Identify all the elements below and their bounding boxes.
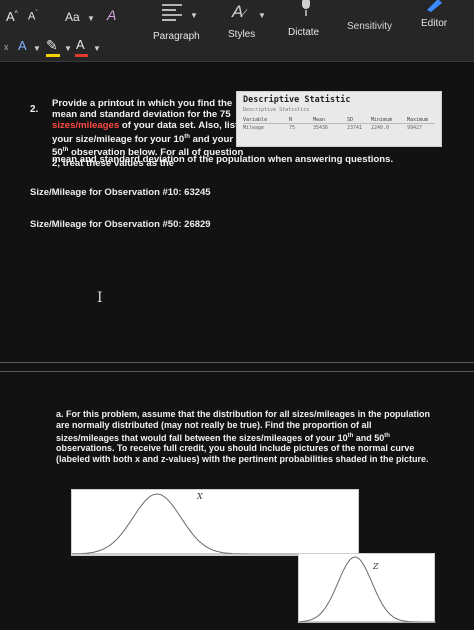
page-break-line (0, 371, 474, 372)
stats-divider (243, 123, 435, 124)
stats-cell: Mileage (243, 125, 265, 131)
stats-cell: 23741 (347, 125, 363, 131)
editor-group-label: Editor (421, 18, 448, 29)
part-a-text-part: observations. To receive full credit, yo… (56, 443, 429, 465)
stats-cell: 75 (289, 125, 296, 131)
text-effects-chevron-down-icon[interactable]: ▼ (33, 44, 41, 53)
font-color-icon: A (76, 37, 85, 52)
part-a-text: a. For this problem, assume that the dis… (56, 409, 434, 465)
normal-curve-x (72, 493, 360, 555)
change-case-button[interactable]: Aa (65, 10, 80, 24)
styles-chevron-down-icon[interactable]: ▼ (258, 11, 266, 20)
part-a-text-part: and 50 (353, 432, 385, 443)
highlight-pen-icon[interactable]: ✎ (46, 37, 58, 54)
ribbon-toolbar: A^ Aˇ Aa ▼ A x A ▼ ✎ ▼ A ▼ ▼ Paragraph A… (0, 0, 474, 62)
stats-cell: 35436 (313, 125, 329, 131)
microphone-icon (302, 0, 310, 16)
normal-curve-x-svg (72, 493, 360, 555)
stats-title: Descriptive Statistic (243, 95, 351, 105)
text-effects-icon: A (18, 38, 27, 53)
clear-formatting-button[interactable]: A (107, 7, 116, 23)
x-axis-label: X (197, 492, 203, 501)
font-color-button[interactable]: A (76, 37, 85, 52)
normal-curve-z (299, 556, 436, 623)
text-cursor-icon: I (97, 290, 103, 306)
observation-50-text[interactable]: Size/Mileage for Observation #50: 26829 (30, 219, 211, 230)
change-case-icon: Aa (65, 10, 80, 24)
stats-cell: 2240.0 (371, 125, 390, 131)
dictate-group-label: Dictate (288, 27, 320, 38)
normal-curve-z-graph[interactable]: Z (298, 553, 436, 623)
highlighted-term: sizes/mileages (52, 120, 120, 132)
observation-10-text[interactable]: Size/Mileage for Observation #10: 63245 (30, 187, 211, 198)
clear-formatting-icon: A (107, 7, 117, 23)
grow-font-button[interactable]: A^ (6, 9, 18, 24)
text-effects-button[interactable]: A (18, 38, 27, 53)
paragraph-button[interactable] (160, 1, 188, 26)
paragraph-group-label: Paragraph (153, 31, 200, 42)
grow-font-icon: A (6, 9, 15, 24)
stats-cell: 99427 (407, 125, 423, 131)
question-text-part: Provide a printout in which you find the… (52, 98, 233, 121)
styles-group-label: Styles (228, 29, 256, 40)
paragraph-chevron-down-icon[interactable]: ▼ (190, 11, 198, 20)
page-break-line (0, 362, 474, 363)
normal-curve-z-svg (299, 556, 436, 623)
highlight-chevron-down-icon[interactable]: ▼ (64, 44, 72, 53)
styles-icon[interactable]: A∕ (232, 2, 245, 22)
descriptive-statistics-printout[interactable]: Descriptive Statistic Descriptive Statis… (236, 91, 442, 147)
normal-curve-x-graph[interactable]: X (71, 489, 360, 556)
font-color-chevron-down-icon[interactable]: ▼ (93, 44, 101, 53)
question-2-text-continued: mean and standard deviation of the popul… (52, 154, 394, 165)
subscript-icon[interactable]: x (4, 42, 9, 52)
editor-pen-icon (427, 0, 442, 12)
sensitivity-button[interactable]: Sensitivity (347, 21, 392, 32)
stats-subtitle: Descriptive Statistics (243, 107, 310, 113)
question-number: 2. (30, 104, 39, 115)
font-color-swatch (75, 54, 88, 57)
paragraph-icon (162, 4, 182, 21)
highlight-color-swatch (46, 54, 60, 57)
editor-button[interactable] (424, 0, 446, 17)
dictate-button[interactable] (296, 0, 316, 21)
shrink-font-button[interactable]: Aˇ (28, 10, 38, 23)
superscript: th (384, 432, 390, 439)
z-axis-label: Z (373, 562, 379, 571)
change-case-chevron-down-icon[interactable]: ▼ (87, 14, 95, 23)
